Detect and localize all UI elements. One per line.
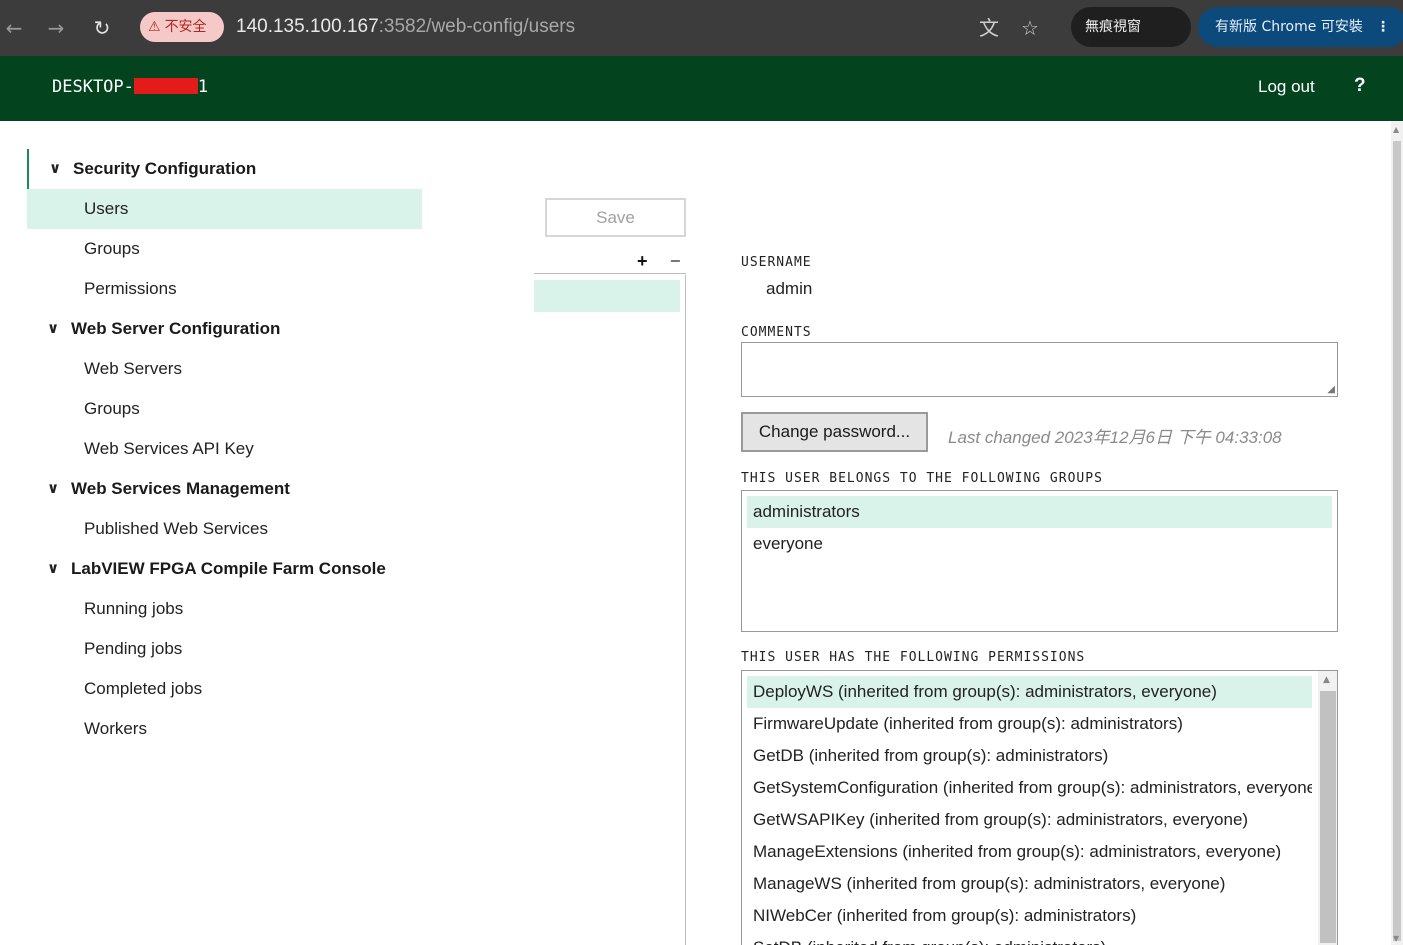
permissions-scrollbar[interactable]: ▲ [1318,671,1337,945]
browser-toolbar: ← → ↻ ⚠ 不安全 140.135.100.167:3582/web-conf… [0,0,1403,56]
sidebar-item-label: Published Web Services [84,519,268,538]
list-item[interactable] [534,280,680,312]
section-label: Security Configuration [73,159,257,178]
sidebar-item-published-web-services[interactable]: Published Web Services [27,509,422,549]
section-label: LabVIEW FPGA Compile Farm Console [71,559,386,578]
list-item[interactable]: FirmwareUpdate (inherited from group(s):… [747,708,1312,740]
host-name: DESKTOP- 1 [52,76,208,98]
scrollbar-thumb[interactable] [1320,691,1336,943]
host-prefix: DESKTOP- [52,77,134,97]
bookmark-star-icon[interactable]: ☆ [1016,14,1044,42]
sidebar-item-label: Web Services API Key [84,439,254,458]
sidebar-section-compile-farm[interactable]: ∨ LabVIEW FPGA Compile Farm Console [27,549,422,589]
chevron-down-icon[interactable]: ∨ [47,479,59,497]
sidebar-item-completed-jobs[interactable]: Completed jobs [27,669,422,709]
sidebar-item-groups[interactable]: Groups [27,229,422,269]
sidebar-item-label: Groups [84,239,140,258]
chevron-down-icon[interactable]: ∨ [49,159,61,177]
sidebar-item-label: Web Servers [84,359,182,378]
chrome-update-button[interactable]: 有新版 Chrome 可安裝 ⋮ [1198,7,1403,47]
chevron-down-icon[interactable]: ∨ [47,319,59,337]
list-item[interactable]: DeployWS (inherited from group(s): admin… [747,676,1312,708]
add-user-button[interactable]: + [637,250,648,272]
sidebar-item-web-servers[interactable]: Web Servers [27,349,422,389]
scrollbar-thumb[interactable] [1393,141,1401,941]
list-item[interactable]: everyone [747,528,1332,560]
url-path: :3582/web-config/users [378,16,576,37]
redaction-mark [133,78,198,94]
sidebar-item-permissions[interactable]: Permissions [27,269,422,309]
list-item[interactable]: GetWSAPIKey (inherited from group(s): ad… [747,804,1312,836]
remove-user-button[interactable]: − [670,250,681,272]
sidebar-item-label: Permissions [84,279,177,298]
groups-label: THIS USER BELONGS TO THE FOLLOWING GROUP… [741,471,1103,486]
permissions-list: DeployWS (inherited from group(s): admin… [741,670,1338,945]
logout-link[interactable]: Log out [1258,76,1315,98]
sidebar-item-running-jobs[interactable]: Running jobs [27,589,422,629]
sidebar-item-label: Users [84,199,129,218]
sidebar-item-label: Pending jobs [84,639,183,658]
user-list [534,275,686,945]
sidebar-item-label: Completed jobs [84,679,203,698]
list-item[interactable]: GetDB (inherited from group(s): administ… [747,740,1312,772]
sidebar-item-server-groups[interactable]: Groups [27,389,422,429]
username-value: admin [766,279,813,298]
sidebar-item-label: Groups [84,399,140,418]
warning-icon: ⚠ [148,19,161,35]
comments-label: COMMENTS [741,325,812,340]
page-scrollbar[interactable]: ▲ ▼ [1391,121,1403,945]
section-label: Web Services Management [71,479,290,498]
host-suffix: 1 [197,77,209,97]
groups-list: administrators everyone [741,490,1338,632]
url-host: 140.135.100.167 [236,16,379,37]
sidebar-item-api-key[interactable]: Web Services API Key [27,429,422,469]
security-indicator[interactable]: ⚠ 不安全 [140,12,224,42]
back-icon[interactable]: ← [0,14,28,42]
sidebar-nav: ∨ Security Configuration Users Groups Pe… [27,149,422,749]
list-item[interactable]: NIWebCer (inherited from group(s): admin… [747,900,1312,932]
username-label: USERNAME [741,255,812,270]
update-label: 有新版 Chrome 可安裝 [1215,19,1363,35]
chevron-down-icon[interactable]: ∨ [47,559,59,577]
forward-icon[interactable]: → [42,14,70,42]
sidebar-section-security-configuration[interactable]: ∨ Security Configuration [27,149,422,189]
address-bar[interactable]: 140.135.100.167:3582/web-config/users [236,14,575,40]
scroll-up-icon[interactable]: ▲ [1393,125,1399,134]
sidebar-item-users[interactable]: Users [27,189,422,229]
section-label: Web Server Configuration [71,319,281,338]
sidebar-item-label: Running jobs [84,599,184,618]
list-item[interactable]: ManageWS (inherited from group(s): admin… [747,868,1312,900]
scroll-down-icon[interactable]: ▼ [1393,934,1399,943]
sidebar-section-web-server-configuration[interactable]: ∨ Web Server Configuration [27,309,422,349]
incognito-indicator[interactable]: 無痕視窗 [1071,7,1191,47]
list-item[interactable]: administrators [747,496,1332,528]
permissions-label: THIS USER HAS THE FOLLOWING PERMISSIONS [741,650,1086,665]
security-label: 不安全 [164,19,207,35]
list-item[interactable]: GetSystemConfiguration (inherited from g… [747,772,1312,804]
save-button[interactable]: Save [545,198,686,237]
change-password-button[interactable]: Change password... [741,412,928,452]
comments-field[interactable]: ◢ [741,342,1338,397]
user-list-toolbar: + − [534,250,686,274]
reload-icon[interactable]: ↻ [88,14,116,42]
list-item[interactable]: SetDB (inherited from group(s): administ… [747,932,1312,945]
resize-handle-icon[interactable]: ◢ [1327,384,1335,395]
app-header: DESKTOP- 1 Log out ? [0,56,1403,121]
browser-menu-icon[interactable]: ⋮ [1376,7,1390,47]
list-item[interactable]: ManageExtensions (inherited from group(s… [747,836,1312,868]
sidebar-item-label: Workers [84,719,147,738]
password-last-changed: Last changed 2023年12月6日 下午 04:33:08 [948,428,1282,447]
sidebar-section-web-services-management[interactable]: ∨ Web Services Management [27,469,422,509]
sidebar-item-pending-jobs[interactable]: Pending jobs [27,629,422,669]
sidebar-item-workers[interactable]: Workers [27,709,422,749]
help-icon[interactable]: ? [1354,75,1366,97]
scroll-up-icon[interactable]: ▲ [1323,675,1330,685]
translate-icon[interactable]: 文 [975,14,1003,42]
